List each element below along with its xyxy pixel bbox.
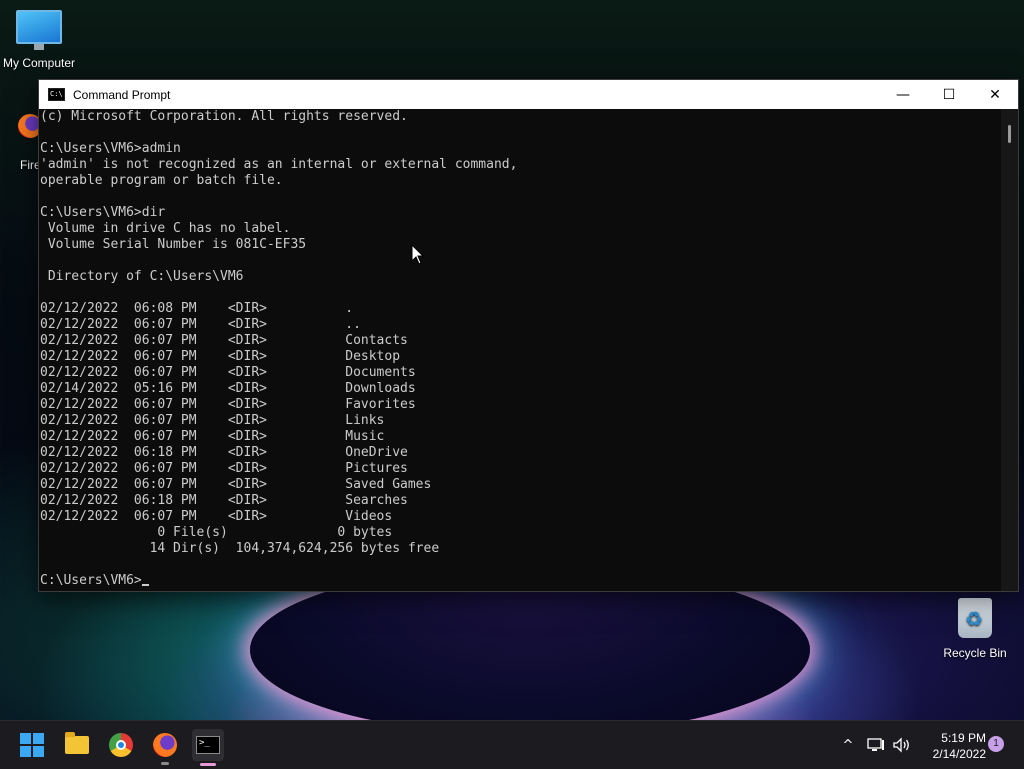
console-line: 14 Dir(s) 104,374,624,256 bytes free bbox=[40, 541, 440, 556]
network-icon[interactable] bbox=[866, 737, 886, 753]
show-hidden-icons-button[interactable]: ^ bbox=[838, 738, 858, 753]
clock-time: 5:19 PM bbox=[941, 731, 986, 745]
active-indicator bbox=[200, 763, 216, 766]
desktop-icon-firefox[interactable]: Fire bbox=[14, 110, 40, 172]
command-prompt-icon: >_ bbox=[196, 736, 220, 754]
console-line: 02/12/2022 06:07 PM <DIR> .. bbox=[40, 317, 361, 332]
volume-icon[interactable] bbox=[892, 737, 912, 753]
console-line: 02/12/2022 06:18 PM <DIR> Searches bbox=[40, 493, 408, 508]
start-button[interactable] bbox=[16, 729, 48, 761]
console-line: Directory of C:\Users\VM6 bbox=[40, 269, 244, 284]
command-prompt-window[interactable]: C:\ Command Prompt — ☐ ✕ (c) Microsoft C… bbox=[38, 79, 1019, 592]
console-line: Volume Serial Number is 081C-EF35 bbox=[40, 237, 307, 252]
window-title: Command Prompt bbox=[73, 87, 171, 102]
command-prompt-icon: C:\ bbox=[48, 88, 65, 101]
close-button[interactable]: ✕ bbox=[972, 80, 1018, 109]
start-icon bbox=[20, 733, 44, 757]
file-explorer-icon bbox=[65, 732, 89, 754]
console-line: 0 File(s) 0 bytes bbox=[40, 525, 393, 540]
console-line: 02/12/2022 06:07 PM <DIR> Music bbox=[40, 429, 385, 444]
console-line: 'admin' is not recognized as an internal… bbox=[40, 157, 518, 172]
console-line: operable program or batch file. bbox=[40, 173, 283, 188]
taskbar-command-prompt[interactable]: >_ bbox=[192, 729, 224, 766]
console-line: 02/14/2022 05:16 PM <DIR> Downloads bbox=[40, 381, 416, 396]
firefox-icon bbox=[18, 114, 40, 138]
console-line: 02/12/2022 06:07 PM <DIR> Links bbox=[40, 413, 385, 428]
console-prompt-line[interactable]: C:\Users\VM6> bbox=[40, 573, 1002, 589]
taskbar-firefox[interactable] bbox=[149, 729, 181, 765]
console-line: 02/12/2022 06:18 PM <DIR> OneDrive bbox=[40, 445, 408, 460]
console-line: Volume in drive C has no label. bbox=[40, 221, 291, 236]
vertical-scrollbar[interactable] bbox=[1001, 109, 1018, 591]
console-line: 02/12/2022 06:07 PM <DIR> Contacts bbox=[40, 333, 408, 348]
desktop-icon-label: Fire bbox=[20, 158, 40, 172]
system-tray: ^ bbox=[838, 721, 912, 769]
console-line: 02/12/2022 06:08 PM <DIR> . bbox=[40, 301, 354, 316]
computer-icon bbox=[16, 10, 62, 50]
console-line: C:\Users\VM6>admin bbox=[40, 141, 181, 156]
taskbar-chrome[interactable] bbox=[105, 729, 137, 761]
desktop-icon-my-computer[interactable]: My Computer bbox=[0, 10, 78, 70]
running-indicator bbox=[161, 762, 169, 765]
console-line: 02/12/2022 06:07 PM <DIR> Videos bbox=[40, 509, 393, 524]
console-output[interactable]: (c) Microsoft Corporation. All rights re… bbox=[39, 109, 1002, 591]
console-line: (c) Microsoft Corporation. All rights re… bbox=[40, 109, 408, 124]
clock[interactable]: 5:19 PM 2/14/2022 bbox=[916, 730, 986, 762]
maximize-button[interactable]: ☐ bbox=[926, 80, 972, 109]
taskbar-file-explorer[interactable] bbox=[61, 729, 93, 761]
console-line: 02/12/2022 06:07 PM <DIR> Desktop bbox=[40, 349, 401, 364]
console-line: 02/12/2022 06:07 PM <DIR> Documents bbox=[40, 365, 416, 380]
console-line: 02/12/2022 06:07 PM <DIR> Saved Games bbox=[40, 477, 432, 492]
minimize-button[interactable]: — bbox=[880, 80, 926, 109]
firefox-icon bbox=[153, 733, 177, 757]
mouse-pointer-icon bbox=[411, 244, 425, 265]
console-prompt: C:\Users\VM6> bbox=[40, 573, 142, 588]
clock-date: 2/14/2022 bbox=[932, 747, 986, 761]
window-controls: — ☐ ✕ bbox=[880, 80, 1018, 109]
notification-badge[interactable]: 1 bbox=[988, 736, 1004, 752]
title-bar[interactable]: C:\ Command Prompt — ☐ ✕ bbox=[39, 80, 1018, 109]
text-cursor bbox=[141, 584, 149, 586]
desktop-icon-label: Recycle Bin bbox=[943, 646, 1007, 660]
taskbar: >_ ^ 5:19 PM 2/14/2022 bbox=[0, 720, 1024, 769]
scrollbar-thumb[interactable] bbox=[1008, 125, 1011, 143]
console-line: 02/12/2022 06:07 PM <DIR> Pictures bbox=[40, 461, 408, 476]
console-line: C:\Users\VM6>dir bbox=[40, 205, 166, 220]
recycle-bin-icon bbox=[958, 598, 992, 638]
desktop-icon-recycle-bin[interactable]: Recycle Bin bbox=[940, 598, 1010, 660]
console-line: 02/12/2022 06:07 PM <DIR> Favorites bbox=[40, 397, 416, 412]
desktop-icon-label: My Computer bbox=[2, 56, 76, 70]
chrome-icon bbox=[109, 733, 133, 757]
